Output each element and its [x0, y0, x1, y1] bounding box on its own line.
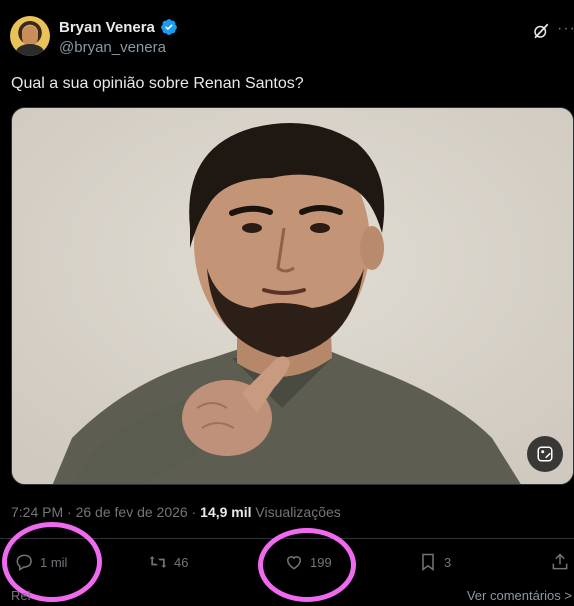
author-handle[interactable]: @bryan_venera: [59, 39, 166, 56]
bookmark-count: 3: [444, 554, 452, 570]
bookmark-button[interactable]: 3: [418, 552, 451, 572]
tweet-photo[interactable]: [11, 107, 574, 485]
avatar[interactable]: [10, 16, 50, 56]
retweet-button[interactable]: 46: [148, 552, 188, 572]
share-icon: [552, 553, 568, 570]
avatar-face: [22, 26, 38, 46]
author-name-row[interactable]: Bryan Venera: [59, 18, 178, 36]
view-comments-link[interactable]: Ver comentários >: [467, 588, 572, 603]
action-bar: 1 mil 46 199 3: [0, 552, 574, 580]
tweet-date[interactable]: 26 de fev de 2026: [76, 504, 188, 520]
footer-partial-text: Rel: [11, 588, 31, 603]
tweet-meta: 7:24 PM · 26 de fev de 2026 · 14,9 mil V…: [11, 504, 341, 520]
like-icon: [286, 556, 302, 570]
views-count: 14,9 mil: [200, 504, 252, 520]
tweet-header: Bryan Venera @bryan_venera ···: [10, 16, 574, 58]
more-icon[interactable]: ···: [557, 20, 574, 38]
avatar-body: [16, 44, 44, 56]
image-edit-icon: [537, 446, 553, 462]
retweet-icon: [149, 556, 167, 568]
tweet-text: Qual a sua opinião sobre Renan Santos?: [11, 75, 304, 92]
grok-icon[interactable]: [532, 22, 550, 40]
portrait-photo: [12, 108, 573, 484]
image-edit-button[interactable]: [527, 436, 563, 472]
tweet-time[interactable]: 7:24 PM: [11, 504, 63, 520]
like-button[interactable]: 199: [284, 552, 332, 572]
view-comments-label: Ver comentários: [466, 588, 561, 603]
reply-icon: [16, 554, 32, 571]
meta-separator: ·: [191, 504, 197, 520]
chevron-right-icon: >: [564, 588, 572, 603]
reply-button[interactable]: 1 mil: [14, 552, 67, 572]
divider: [0, 538, 574, 539]
author-name[interactable]: Bryan Venera: [59, 19, 155, 36]
like-count: 199: [310, 554, 332, 570]
share-button[interactable]: [550, 552, 570, 572]
retweet-count: 46: [174, 554, 189, 570]
reply-count: 1 mil: [40, 554, 68, 570]
verified-badge-icon: [161, 19, 177, 35]
views-label: Visualizações: [255, 504, 341, 520]
meta-separator: ·: [67, 504, 72, 520]
bookmark-icon: [422, 553, 434, 571]
